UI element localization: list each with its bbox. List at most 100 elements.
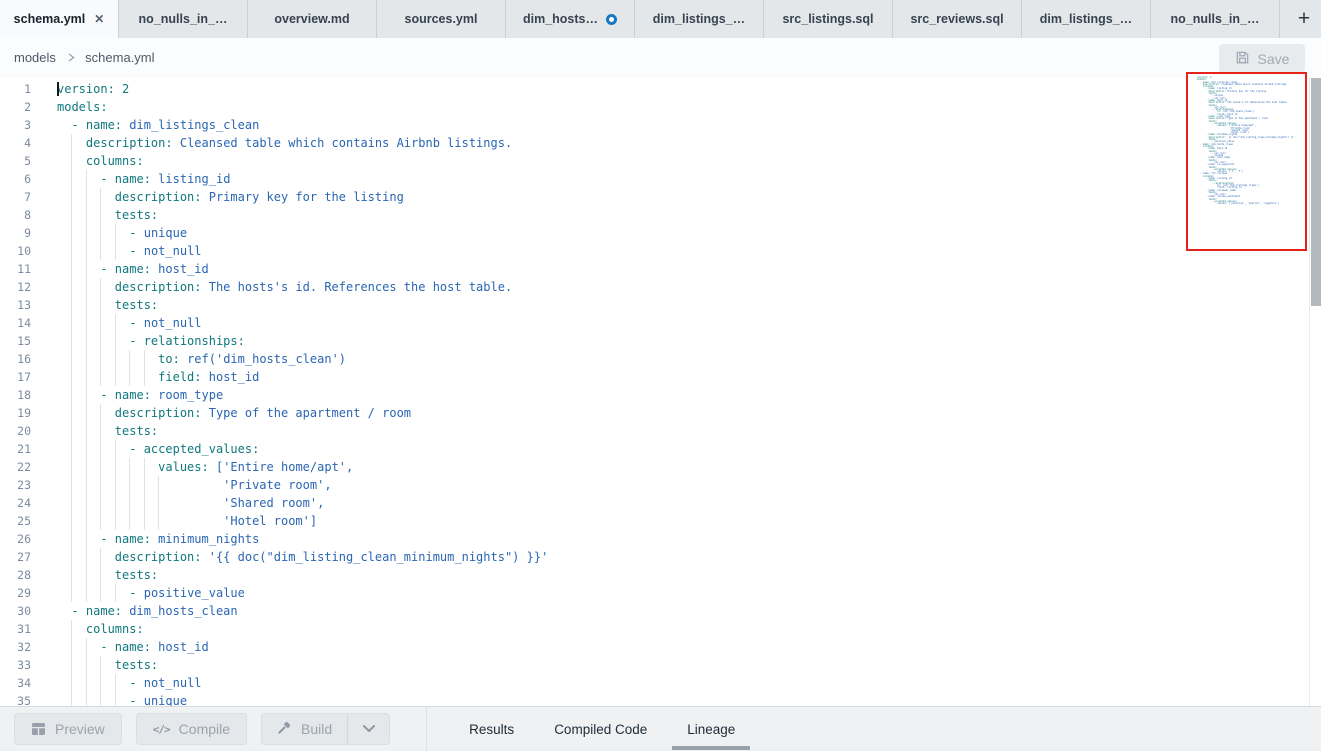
code-line[interactable]: - name: dim_hosts_clean [44,602,1321,620]
preview-button[interactable]: Preview [14,713,122,745]
indent-guide [71,458,72,476]
code-line[interactable]: columns: [44,620,1321,638]
tab-label: overview.md [274,12,349,26]
code-line[interactable]: tests: [44,296,1321,314]
code-line[interactable]: models: [44,98,1321,116]
line-number: 5 [0,152,44,170]
code-line[interactable]: tests: [44,206,1321,224]
indent-guide [100,458,101,476]
indent-guide [129,368,130,386]
indent-guide [71,314,72,332]
code-line[interactable]: version: 2 [44,80,1321,98]
code-line[interactable]: tests: [44,422,1321,440]
code-line[interactable]: - name: minimum_nights [44,530,1321,548]
code-line[interactable]: tests: [44,566,1321,584]
indent-guide [115,692,116,706]
indent-guide [86,296,87,314]
new-tab-button[interactable]: + [1287,0,1321,38]
indent-guide [100,278,101,296]
code-line[interactable]: - name: host_id [44,260,1321,278]
code-line[interactable]: 'Private room', [44,476,1321,494]
tab-compiled-code[interactable]: Compiled Code [554,707,647,751]
indent-guide [86,332,87,350]
line-number: 9 [0,224,44,242]
indent-guide [144,350,145,368]
minimap-content: version: 2models: - name: dim_listings_c… [1197,77,1303,206]
tab-results[interactable]: Results [469,707,514,751]
modified-dot-icon [606,14,617,25]
editor-tab[interactable]: no_nulls_in_… [119,0,248,38]
indent-guide [71,530,72,548]
editor-tab[interactable]: sources.yml [377,0,506,38]
editor-tab[interactable]: dim_hosts… [506,0,635,38]
editor-tab[interactable]: no_nulls_in_… [1151,0,1280,38]
preview-button-label: Preview [55,721,105,737]
code-line[interactable]: - not_null [44,674,1321,692]
indent-guide [115,224,116,242]
indent-guide [100,314,101,332]
tab-lineage[interactable]: Lineage [687,707,735,751]
indent-guide [100,404,101,422]
indent-guide [86,512,87,530]
code-line[interactable]: - unique [44,692,1321,706]
code-line[interactable]: - unique [44,224,1321,242]
editor-tab[interactable]: src_reviews.sql [893,0,1022,38]
line-number: 10 [0,242,44,260]
code-line[interactable]: values: ['Entire home/apt', [44,458,1321,476]
code-line[interactable]: 'Shared room', [44,494,1321,512]
code-line[interactable]: - accepted_values: [44,440,1321,458]
line-number: 6 [0,170,44,188]
code-line[interactable]: - positive_value [44,584,1321,602]
code-line[interactable]: - relationships: [44,332,1321,350]
code-lines[interactable]: version: 2models: - name: dim_listings_c… [44,78,1321,706]
indent-guide [71,638,72,656]
indent-guide [115,512,116,530]
code-line[interactable]: - name: listing_id [44,170,1321,188]
save-icon [1235,50,1250,68]
editor-tab[interactable]: dim_listings_… [635,0,764,38]
editor-scrollbar[interactable] [1309,78,1321,706]
close-icon[interactable]: ✕ [94,13,104,25]
code-line[interactable]: description: '{{ doc("dim_listing_clean_… [44,548,1321,566]
editor-tab[interactable]: overview.md [248,0,377,38]
scrollbar-thumb[interactable] [1311,78,1321,306]
editor-tab[interactable]: src_listings.sql [764,0,893,38]
code-line[interactable]: - not_null [44,242,1321,260]
code-line[interactable]: - name: room_type [44,386,1321,404]
indent-guide [100,512,101,530]
file-tab-bar: schema.yml✕no_nulls_in_…overview.mdsourc… [0,0,1321,38]
line-number: 15 [0,332,44,350]
hammer-icon [277,720,292,738]
compile-button[interactable]: </> Compile [136,713,247,745]
editor-tab[interactable]: schema.yml✕ [0,0,119,38]
indent-guide [129,494,130,512]
code-line[interactable]: columns: [44,152,1321,170]
line-number: 4 [0,134,44,152]
code-editor[interactable]: 1234567891011121314151617181920212223242… [0,78,1321,706]
indent-guide [115,350,116,368]
code-line[interactable]: - name: host_id [44,638,1321,656]
build-options-button[interactable] [347,714,389,744]
indent-guide [144,476,145,494]
save-button[interactable]: Save [1219,44,1305,73]
code-line[interactable]: - not_null [44,314,1321,332]
indent-guide [86,548,87,566]
code-line[interactable]: description: Primary key for the listing [44,188,1321,206]
indent-guide [86,260,87,278]
code-line[interactable]: 'Hotel room'] [44,512,1321,530]
code-line[interactable]: field: host_id [44,368,1321,386]
code-line[interactable]: - name: dim_listings_clean [44,116,1321,134]
build-button[interactable]: Build [262,714,347,744]
code-line[interactable]: description: The hosts's id. References … [44,278,1321,296]
indent-guide [100,548,101,566]
indent-guide [115,314,116,332]
code-line[interactable]: description: Type of the apartment / roo… [44,404,1321,422]
code-line[interactable]: tests: [44,656,1321,674]
editor-tab[interactable]: dim_listings_… [1022,0,1151,38]
line-number: 2 [0,98,44,116]
code-line[interactable]: description: Cleansed table which contai… [44,134,1321,152]
line-number: 17 [0,368,44,386]
indent-guide [100,566,101,584]
code-line[interactable]: to: ref('dim_hosts_clean') [44,350,1321,368]
line-number: 27 [0,548,44,566]
